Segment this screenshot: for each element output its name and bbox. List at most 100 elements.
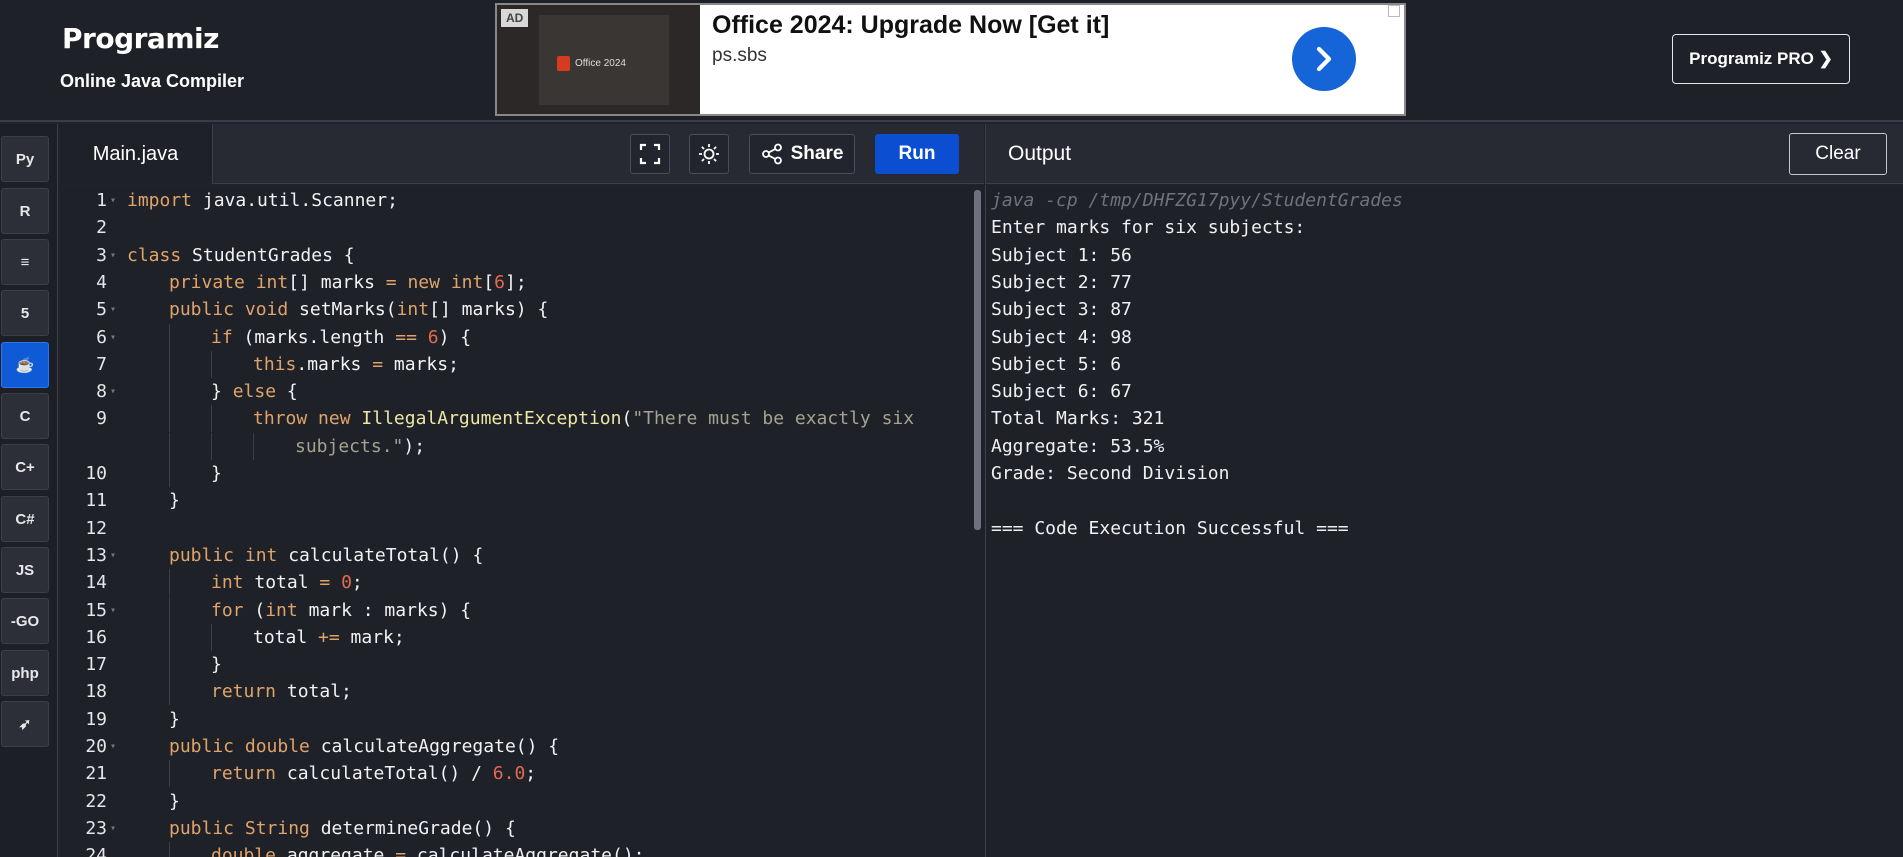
r-icon[interactable]: R (1, 188, 49, 234)
theme-toggle-button[interactable] (689, 134, 729, 174)
indent-guide (253, 433, 254, 460)
cpp-icon[interactable]: C+ (1, 444, 49, 490)
run-button[interactable]: Run (875, 134, 959, 174)
code-token: [ (483, 272, 495, 293)
code-token: this (253, 354, 297, 375)
code-text: throw new IllegalArgumentException("Ther… (253, 405, 914, 432)
code-text: class StudentGrades { (127, 242, 355, 269)
line-number: 22 (85, 791, 107, 812)
line-number: 8 (96, 381, 107, 402)
code-token: = (385, 272, 408, 293)
code-token: new (407, 272, 451, 293)
code-text: } else { (211, 378, 298, 405)
code-line[interactable]: 21 return calculateTotal() / 6.0; (59, 760, 969, 787)
indent-guide (169, 378, 170, 405)
fold-arrow-icon[interactable]: ▾ (110, 733, 116, 760)
code-line[interactable]: 24 double aggregate = calculateAggregate(… (59, 842, 969, 857)
clear-button[interactable]: Clear (1789, 133, 1887, 175)
code-token: total; (286, 681, 352, 702)
line-number: 6 (96, 327, 107, 348)
fold-arrow-icon[interactable]: ▾ (110, 242, 116, 269)
code-token: int (244, 545, 289, 566)
html-icon[interactable]: 5 (1, 290, 49, 336)
advertisement-banner[interactable]: Office 2024 AD Office 2024: Upgrade Now … (495, 3, 1406, 116)
code-token: ) { (438, 327, 472, 348)
line-number: 12 (85, 518, 107, 539)
code-line[interactable]: 15 ▾ for (int mark : marks) { (59, 597, 969, 624)
code-line[interactable]: 9 throw new IllegalArgumentException("The… (59, 405, 969, 432)
python-icon[interactable]: Py (1, 136, 49, 182)
fullscreen-button[interactable] (630, 134, 670, 174)
code-line[interactable]: 7 this.marks = marks; (59, 351, 969, 378)
line-number: 16 (85, 627, 107, 648)
line-number: 10 (85, 463, 107, 484)
code-line[interactable]: 11} (59, 487, 969, 514)
php-icon[interactable]: php (1, 650, 49, 696)
code-line[interactable]: 17} (59, 651, 969, 678)
fold-arrow-icon[interactable]: ▾ (110, 597, 116, 624)
fold-arrow-icon[interactable]: ▾ (110, 542, 116, 569)
code-line[interactable]: 10} (59, 460, 969, 487)
code-line[interactable]: 19} (59, 706, 969, 733)
code-line[interactable]: 23 ▾ public String determineGrade() { (59, 815, 969, 842)
fold-arrow-icon[interactable]: ▾ (110, 378, 116, 405)
programiz-pro-button[interactable]: Programiz PRO ❯ (1672, 34, 1850, 84)
indent-guide (169, 324, 170, 351)
code-line[interactable]: 5 ▾ public void setMarks(int[] marks) { (59, 296, 969, 323)
code-token: aggregate (286, 845, 396, 857)
code-line[interactable]: 20 ▾ public double calculateAggregate() { (59, 733, 969, 760)
tab-main-java[interactable]: Main.java (59, 124, 213, 184)
code-line[interactable]: 22} (59, 788, 969, 815)
ad-arrow-button[interactable] (1292, 27, 1356, 91)
csharp-icon[interactable]: C# (1, 496, 49, 542)
code-line[interactable]: 3 ▾ class StudentGrades { (59, 242, 969, 269)
share-button[interactable]: Share (749, 134, 855, 174)
ad-close-icon[interactable] (1388, 5, 1400, 17)
indent-guide (169, 597, 170, 624)
go-icon[interactable]: -GO (1, 598, 49, 644)
code-line[interactable]: 14 int total = 0; (59, 569, 969, 596)
indent-guide (169, 624, 170, 651)
sql-icon[interactable]: ≡ (1, 239, 49, 285)
fold-arrow-icon[interactable]: ▾ (110, 187, 116, 214)
code-token: subjects." (295, 436, 404, 457)
ad-thumbnail: Office 2024 AD (497, 5, 700, 114)
code-token: if (211, 327, 244, 348)
output-line: Subject 6: 67 (991, 381, 1132, 402)
code-token: { (286, 381, 298, 402)
ad-title[interactable]: Office 2024: Upgrade Now [Get it] (712, 11, 1109, 40)
code-line[interactable]: 16 total += mark; (59, 624, 969, 651)
ad-thumb-label: Office 2024 (575, 58, 626, 69)
programiz-logo[interactable]: Programiz (62, 22, 219, 55)
fold-arrow-icon[interactable]: ▾ (110, 815, 116, 842)
code-line[interactable]: 4 private int[] marks = new int[6]; (59, 269, 969, 296)
java-icon[interactable]: ☕ (1, 342, 49, 388)
javascript-icon[interactable]: JS (1, 547, 49, 593)
swift-icon[interactable]: ➶ (1, 701, 49, 747)
code-editor[interactable]: 1 ▾ import java.util.Scanner; 2 3 ▾ class Stud… (59, 185, 984, 857)
code-text: public int calculateTotal() { (169, 542, 483, 569)
editor-scrollbar[interactable] (974, 190, 981, 530)
code-line[interactable]: 1 ▾ import java.util.Scanner; (59, 187, 969, 214)
code-line[interactable]: 6 ▾ if (marks.length == 6) { (59, 324, 969, 351)
code-token: = (395, 845, 417, 857)
code-text: if (marks.length == 6) { (211, 324, 471, 351)
line-number: 7 (96, 354, 107, 375)
indent-guide (169, 760, 170, 787)
c-icon[interactable]: C (1, 393, 49, 439)
code-line[interactable]: 2 (59, 214, 969, 241)
line-number: 14 (85, 572, 107, 593)
fold-arrow-icon[interactable]: ▾ (110, 296, 116, 323)
code-token: public (169, 299, 245, 320)
output-console[interactable]: java -cp /tmp/DHFZG17pyy/StudentGrades E… (985, 185, 1903, 857)
code-line[interactable]: 8 ▾ } else { (59, 378, 969, 405)
code-line[interactable]: 18 return total; (59, 678, 969, 705)
fold-arrow-icon[interactable]: ▾ (110, 324, 116, 351)
code-line[interactable]: subjects."); (59, 433, 969, 460)
code-token: ); (403, 436, 426, 457)
code-line[interactable]: 13 ▾ public int calculateTotal() { (59, 542, 969, 569)
code-token: int (255, 272, 289, 293)
code-token: += (318, 627, 351, 648)
code-line[interactable]: 12 (59, 515, 969, 542)
code-text: for (int mark : marks) { (211, 597, 471, 624)
